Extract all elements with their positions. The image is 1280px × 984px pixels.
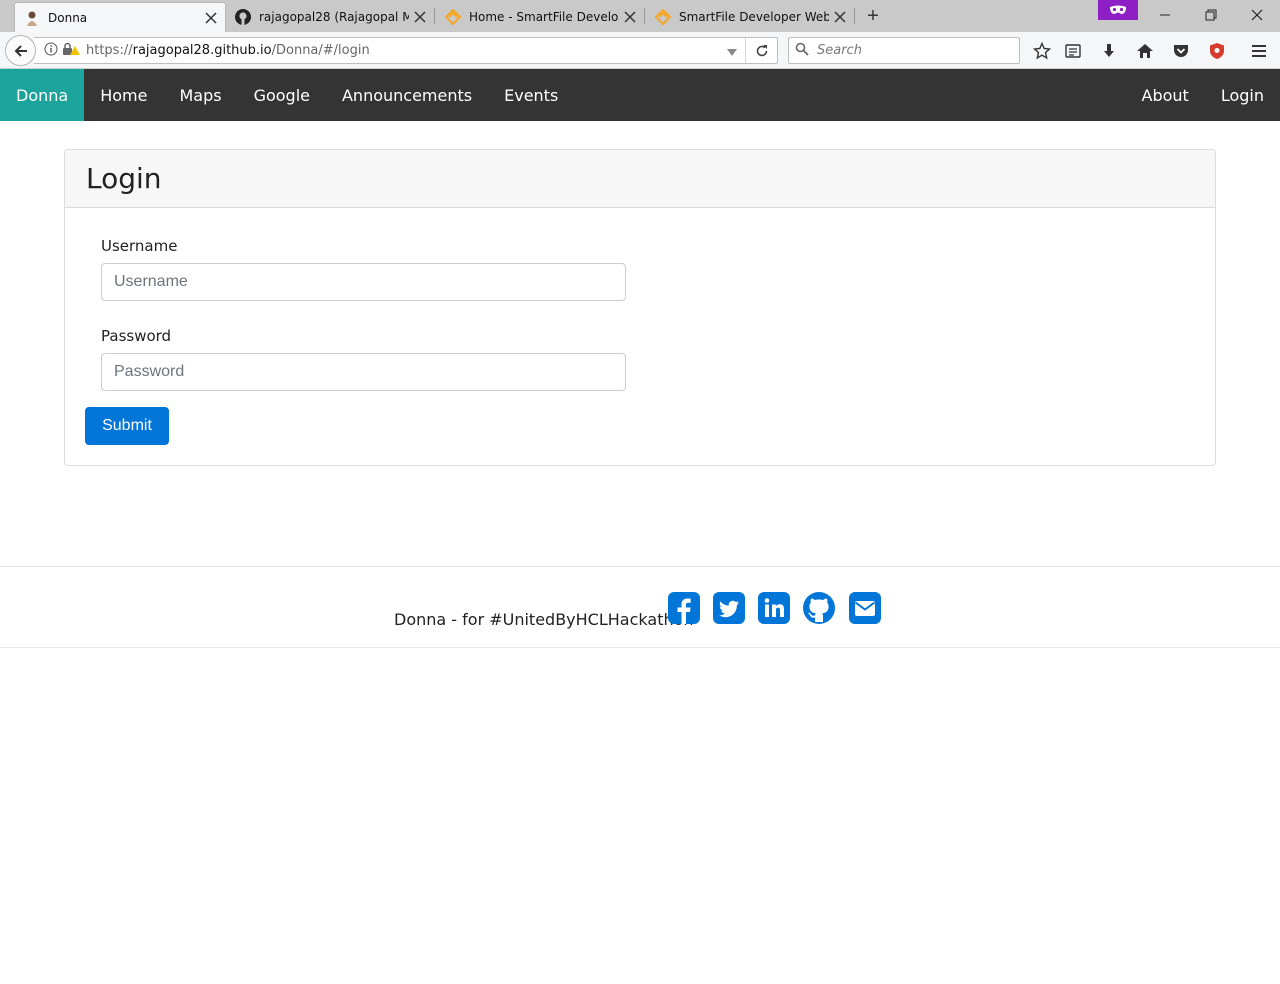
search-placeholder: Search (817, 43, 862, 58)
url-path: /Donna/#/login (271, 43, 370, 58)
nav-link-events[interactable]: Events (488, 69, 574, 121)
insecure-lock-icon[interactable] (62, 42, 80, 59)
username-field[interactable] (101, 263, 626, 301)
site-navbar: Donna Home Maps Google Announcements Eve… (0, 69, 1280, 121)
close-window-button[interactable] (1234, 0, 1280, 30)
tab-title: Home - SmartFile Developer (469, 10, 619, 24)
tab-title: Donna (48, 10, 88, 25)
private-browsing-mask-icon (1098, 0, 1138, 20)
tab-separator (434, 8, 435, 24)
nav-link-about[interactable]: About (1126, 69, 1205, 121)
nav-link-home[interactable]: Home (84, 69, 163, 121)
url-prefix: https:// (86, 43, 133, 58)
nav-link-maps[interactable]: Maps (163, 69, 237, 121)
tab-title: rajagopal28 (Rajagopal M) · GitHub (259, 10, 409, 24)
page-title: Login (86, 162, 162, 195)
new-tab-button[interactable]: + (862, 5, 884, 27)
login-card: Login Username Password Submit (64, 149, 1216, 466)
linkedin-icon[interactable] (757, 591, 791, 625)
reading-list-icon[interactable] (1062, 40, 1084, 62)
close-tab-icon[interactable] (622, 9, 638, 25)
close-tab-icon[interactable] (203, 10, 219, 26)
facebook-icon[interactable] (667, 591, 701, 625)
url-bar[interactable]: https://rajagopal28.github.io/Donna/#/lo… (34, 37, 778, 64)
footer: Donna - for #UnitedByHCLHackathon (0, 566, 1280, 648)
tab-separator (854, 8, 855, 24)
tab-smartfile-webapp[interactable]: SmartFile Developer Web Ap (646, 2, 854, 32)
download-icon[interactable] (1098, 40, 1120, 62)
tab-separator (644, 8, 645, 24)
restore-window-button[interactable] (1188, 0, 1234, 30)
minimize-window-button[interactable] (1142, 0, 1188, 30)
tab-smartfile-home[interactable]: Home - SmartFile Developer (436, 2, 644, 32)
reload-icon[interactable] (745, 38, 777, 63)
envelope-icon[interactable] (848, 591, 882, 625)
tab-donna[interactable]: Donna (14, 2, 226, 32)
donna-favicon-icon (24, 10, 40, 26)
menu-hamburger-icon[interactable] (1248, 40, 1270, 62)
github-icon (235, 9, 251, 25)
tab-github[interactable]: rajagopal28 (Rajagopal M) · GitHub (226, 2, 434, 32)
pocket-icon[interactable] (1170, 40, 1192, 62)
bookmark-star-icon[interactable] (1031, 40, 1053, 62)
info-icon[interactable] (44, 42, 62, 59)
url-host: rajagopal28.github.io (132, 43, 272, 58)
nav-link-login[interactable]: Login (1205, 69, 1280, 121)
smartfile-icon (445, 9, 461, 25)
back-button[interactable] (5, 35, 36, 66)
smartfile-icon (655, 9, 671, 25)
password-field[interactable] (101, 353, 626, 391)
login-card-header: Login (65, 150, 1215, 208)
shield-icon[interactable] (1206, 40, 1228, 62)
nav-right-group: About Login (1126, 69, 1280, 121)
browser-tab-bar: Donna rajagopal28 (Rajagopal M) · GitHub… (0, 0, 1280, 32)
brand-link[interactable]: Donna (0, 69, 85, 121)
search-icon (795, 42, 817, 60)
github-icon[interactable] (802, 591, 836, 625)
close-tab-icon[interactable] (832, 9, 848, 25)
tab-title: SmartFile Developer Web Ap (679, 10, 829, 24)
nav-link-announcements[interactable]: Announcements (326, 69, 488, 121)
nav-link-google[interactable]: Google (238, 69, 326, 121)
home-icon[interactable] (1134, 40, 1156, 62)
submit-button[interactable]: Submit (85, 407, 169, 445)
search-input[interactable]: Search (788, 37, 1020, 64)
browser-toolbar: https://rajagopal28.github.io/Donna/#/lo… (0, 32, 1280, 69)
url-dropdown-icon[interactable] (727, 45, 737, 60)
footer-text: Donna - for #UnitedByHCLHackathon (394, 610, 694, 629)
url-text: https://rajagopal28.github.io/Donna/#/lo… (86, 43, 370, 58)
twitter-icon[interactable] (712, 591, 746, 625)
password-label: Password (101, 327, 172, 345)
username-label: Username (101, 237, 178, 255)
close-tab-icon[interactable] (412, 9, 428, 25)
